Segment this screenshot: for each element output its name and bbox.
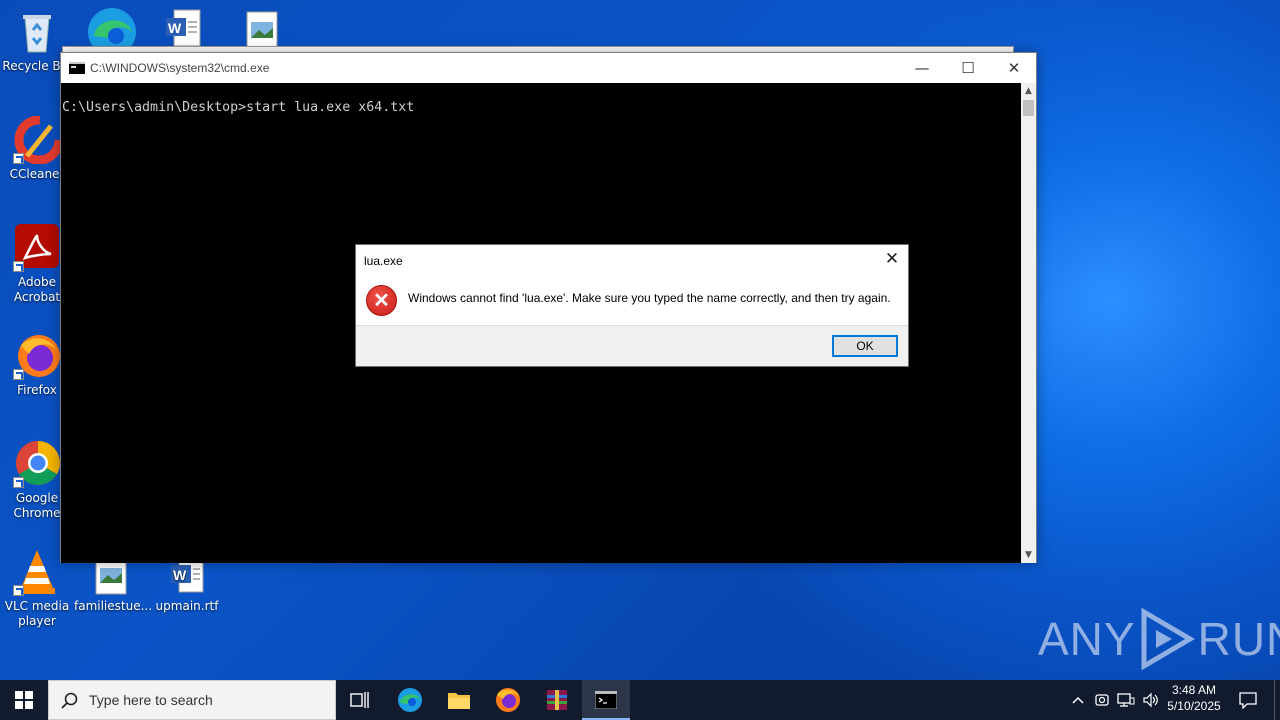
taskbar-firefox[interactable] xyxy=(484,680,532,720)
network-icon xyxy=(1117,693,1135,707)
svg-text:W: W xyxy=(168,20,182,36)
tray-network[interactable] xyxy=(1114,680,1138,720)
chevron-up-icon xyxy=(1072,696,1084,704)
firefox-icon xyxy=(13,332,61,380)
console-text: C:\Users\admin\Desktop>start lua.exe x64… xyxy=(62,100,415,115)
cmd-icon xyxy=(595,691,617,709)
shortcut-arrow-icon xyxy=(13,477,24,488)
dialog-title: lua.exe xyxy=(364,254,403,268)
word-doc-desktop-icon[interactable]: W xyxy=(164,8,204,50)
watermark-right-text: RUN xyxy=(1197,613,1280,665)
search-icon xyxy=(61,692,78,709)
maximize-button[interactable]: ☐ xyxy=(945,53,991,83)
taskbar-file-explorer[interactable] xyxy=(435,680,483,720)
taskbar-cmd[interactable] xyxy=(582,680,630,720)
firefox-icon xyxy=(496,688,520,712)
minimize-button[interactable]: — xyxy=(899,53,945,83)
edge-icon xyxy=(398,688,422,712)
close-icon: ✕ xyxy=(1007,59,1021,77)
chrome-icon xyxy=(13,440,61,488)
watermark-left-text: ANY xyxy=(1038,613,1136,665)
show-hidden-icons-button[interactable] xyxy=(1066,680,1090,720)
webcam-icon xyxy=(1095,694,1109,706)
taskbar-edge[interactable] xyxy=(386,680,434,720)
desktop-icon-label: upmain.rtf xyxy=(155,599,219,613)
adobe-acrobat-icon xyxy=(13,224,61,272)
desktop-icon-label: Adobe Acrobat xyxy=(13,275,61,304)
maximize-icon: ☐ xyxy=(961,59,975,77)
dialog-footer: OK xyxy=(356,325,908,366)
desktop-icon-label: Google Chrome xyxy=(13,491,61,520)
scroll-down-icon[interactable]: ▼ xyxy=(1021,547,1036,563)
recycle-bin-icon xyxy=(13,8,61,56)
clock[interactable]: 3:48 AM 5/10/2025 xyxy=(1164,683,1224,713)
taskbar: Type here to search 3:48 AM 5/10/2025 xyxy=(0,680,1280,720)
error-dialog[interactable]: lua.exe ✕ ✕ Windows cannot find 'lua.exe… xyxy=(355,244,909,367)
cmd-icon xyxy=(69,62,85,74)
svg-text:W: W xyxy=(173,567,187,583)
start-button[interactable] xyxy=(0,680,48,720)
notification-icon xyxy=(1239,692,1257,709)
search-placeholder: Type here to search xyxy=(89,692,213,708)
desktop-icon-familiestue[interactable]: familiestue... xyxy=(74,556,152,614)
close-button[interactable]: ✕ xyxy=(991,53,1037,83)
desktop-icon-upmain[interactable]: W upmain.rtf xyxy=(150,556,224,614)
desktop-icon-label: CCleaner xyxy=(9,167,65,181)
task-view-icon xyxy=(350,692,369,708)
dialog-message: Windows cannot find 'lua.exe'. Make sure… xyxy=(408,291,891,305)
image-file-desktop-icon[interactable] xyxy=(244,10,280,50)
scroll-up-icon[interactable]: ▲ xyxy=(1021,83,1036,99)
cmd-window-title: C:\WINDOWS\system32\cmd.exe xyxy=(90,61,270,75)
task-view-button[interactable] xyxy=(336,680,384,720)
scroll-thumb[interactable] xyxy=(1023,100,1034,116)
dialog-close-button[interactable]: ✕ xyxy=(876,245,908,273)
anyrun-watermark: ANY RUN xyxy=(1038,608,1280,670)
error-icon: ✕ xyxy=(366,285,397,316)
shortcut-arrow-icon xyxy=(13,261,24,272)
ok-button[interactable]: OK xyxy=(832,335,898,357)
clock-time: 3:48 AM xyxy=(1171,683,1217,697)
speaker-icon xyxy=(1143,692,1158,708)
shortcut-arrow-icon xyxy=(13,585,24,596)
desktop-icon-label: familiestue... xyxy=(74,599,153,613)
desktop-icon-label: VLC media player xyxy=(4,599,70,628)
action-center-button[interactable] xyxy=(1226,680,1270,720)
shortcut-arrow-icon xyxy=(13,369,24,380)
taskbar-winrar[interactable] xyxy=(533,680,581,720)
watermark-play-icon xyxy=(1141,608,1195,670)
desktop-icon-label: Firefox xyxy=(17,383,57,397)
minimize-icon: — xyxy=(914,59,930,77)
edge-desktop-icon[interactable] xyxy=(86,6,138,56)
windows-logo-icon xyxy=(15,691,33,709)
close-icon: ✕ xyxy=(884,249,900,268)
search-box[interactable]: Type here to search xyxy=(48,680,336,720)
clock-date: 5/10/2025 xyxy=(1167,699,1221,713)
vlc-icon xyxy=(13,548,61,596)
show-desktop-button[interactable] xyxy=(1274,680,1280,720)
shortcut-arrow-icon xyxy=(13,153,24,164)
folder-icon xyxy=(448,693,470,709)
tray-meet-now[interactable] xyxy=(1090,680,1114,720)
vertical-scrollbar[interactable]: ▲ ▼ xyxy=(1021,83,1036,563)
cmd-titlebar[interactable]: C:\WINDOWS\system32\cmd.exe — ☐ ✕ xyxy=(61,53,1036,83)
ccleaner-icon xyxy=(13,115,64,165)
tray-volume[interactable] xyxy=(1138,680,1164,720)
winrar-icon xyxy=(547,690,567,710)
